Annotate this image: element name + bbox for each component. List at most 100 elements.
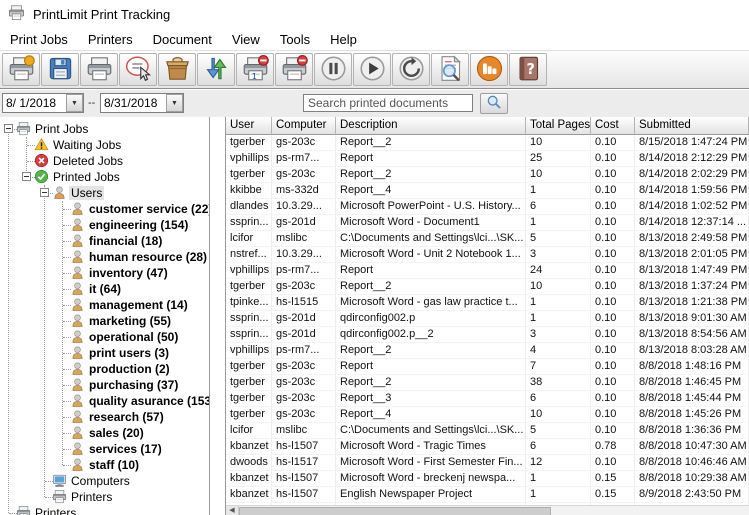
date-from-combo[interactable]: 8/ 1/2018 ▼	[2, 93, 84, 113]
date-to-value: 8/31/2018	[104, 96, 158, 110]
comment-icon	[125, 55, 152, 85]
table-row[interactable]: tgerber gs-203c Report__2 38 0.10 8/8/2018 1:…	[226, 375, 749, 391]
cell-computer: ps-rm7...	[272, 151, 336, 166]
cell-submitted: 8/14/2018 1:59:56 PM	[635, 183, 749, 198]
menu-item-help[interactable]: Help	[320, 30, 367, 49]
column-header-computer[interactable]: Computer	[272, 117, 336, 135]
toolbar-archive-button[interactable]	[158, 53, 196, 86]
cell-submitted: 8/13/2018 2:01:05 PM	[635, 247, 749, 262]
tree-item-customer-service-22[interactable]: customer service (22)	[0, 201, 209, 217]
toolbar-resume-button[interactable]	[353, 53, 391, 86]
tree-item-users[interactable]: Users	[0, 185, 209, 201]
menu-item-print-jobs[interactable]: Print Jobs	[0, 30, 78, 49]
toolbar-restart-button[interactable]	[392, 53, 430, 86]
table-row[interactable]: kbanzet hs-l1507 Microsoft Word - breckenj…	[226, 471, 749, 487]
tree-item-production-2[interactable]: production (2)	[0, 361, 209, 377]
table-row[interactable]: tgerber gs-203c Report__2 10 0.10 8/13/2018 1…	[226, 279, 749, 295]
tree-item-quality-asurance-153[interactable]: quality asurance (153)	[0, 393, 209, 409]
scrollbar-thumb[interactable]	[239, 507, 551, 515]
table-row[interactable]: tgerber gs-203c Report__2 10 0.10 8/14/2018 2…	[226, 167, 749, 183]
table-row[interactable]: tpinke... hs-l1515 Microsoft Word - gas la…	[226, 295, 749, 311]
toolbar-save-button[interactable]	[41, 53, 79, 86]
menu-item-document[interactable]: Document	[143, 30, 222, 49]
tree-item-research-57[interactable]: research (57)	[0, 409, 209, 425]
toolbar-delete-all-jobs-button[interactable]	[275, 53, 313, 86]
tree-item-printers-root[interactable]: Printers	[0, 505, 209, 515]
tree-item-operational-50[interactable]: operational (50)	[0, 329, 209, 345]
tree-item-marketing-55[interactable]: marketing (55)	[0, 313, 209, 329]
toolbar-reports-button[interactable]	[470, 53, 508, 86]
date-range-separator: --	[88, 97, 96, 109]
cell-submitted: 8/8/2018 10:47:30 AM	[635, 439, 749, 454]
column-header-description[interactable]: Description	[336, 117, 526, 135]
table-row[interactable]: kkibbe ms-332d Report__4 1 0.10 8/14/2018 1:5…	[226, 183, 749, 199]
table-row[interactable]: kbanzeths-l1507English Newspaper Project…	[226, 487, 749, 503]
column-header-cost[interactable]: Cost	[591, 117, 635, 135]
table-row[interactable]: kbanzet hs-l1507 Microsoft Word - Tragic T…	[226, 439, 749, 455]
column-header-total-pages[interactable]: Total Pages	[526, 117, 591, 135]
table-row[interactable]: tgerber gs-203c Report__2 10 0.10 8/15/2018 1…	[226, 135, 749, 151]
search-button[interactable]	[480, 93, 508, 114]
toolbar-print-button[interactable]	[80, 53, 118, 86]
table-row[interactable]: dlandes 10.3.29... Microsoft PowerPoint - …	[226, 199, 749, 215]
cell-description: C:\Documents and Settings\lci...\SK...	[336, 423, 526, 438]
tree-item-deleted-jobs[interactable]: Deleted Jobs	[0, 153, 209, 169]
table-row[interactable]: vphillips ps-rm7... Report__2 4 0.10 8/13/201…	[226, 343, 749, 359]
date-from-dropdown-button[interactable]: ▼	[66, 94, 83, 112]
tree-item-management-14[interactable]: management (14)	[0, 297, 209, 313]
tree-item-label: engineering (154)	[89, 218, 189, 232]
scroll-left-button[interactable]: ◀	[226, 506, 239, 515]
cell-total-pages: 1	[526, 311, 591, 326]
tree-item-print-users-3[interactable]: print users (3)	[0, 345, 209, 361]
table-row[interactable]: ssprin... gs-201d qdirconfig002.p__2 3 0.10 8…	[226, 327, 749, 343]
menu-item-tools[interactable]: Tools	[270, 30, 320, 49]
tree-item-engineering-154[interactable]: engineering (154)	[0, 217, 209, 233]
column-header-user[interactable]: User	[226, 117, 272, 135]
column-header-submitted[interactable]: Submitted	[635, 117, 749, 135]
tree-item-financial-18[interactable]: financial (18)	[0, 233, 209, 249]
tree-item-purchasing-37[interactable]: purchasing (37)	[0, 377, 209, 393]
toolbar-refresh-button[interactable]	[197, 53, 235, 86]
tree-item-print-jobs[interactable]: Print Jobs	[0, 121, 209, 137]
tree-item-services-17[interactable]: services (17)	[0, 441, 209, 457]
toolbar-pause-button[interactable]	[314, 53, 352, 86]
tree-item-waiting-jobs[interactable]: Waiting Jobs	[0, 137, 209, 153]
menu-item-printers[interactable]: Printers	[78, 30, 143, 49]
toolbar-preview-button[interactable]	[431, 53, 469, 86]
cell-user: kbanzet	[226, 439, 272, 454]
date-to-combo[interactable]: 8/31/2018 ▼	[100, 93, 184, 113]
table-row[interactable]: lcifor mslibc C:\Documents and Settings\lc…	[226, 231, 749, 247]
table-row[interactable]: vphillips ps-rm7... Report 25 0.10 8/14/2018 …	[226, 151, 749, 167]
tree-item-it-64[interactable]: it (64)	[0, 281, 209, 297]
tree-item-staff-10[interactable]: staff (10)	[0, 457, 209, 473]
toolbar-delete-job-button[interactable]: 1	[236, 53, 274, 86]
date-to-dropdown-button[interactable]: ▼	[166, 94, 183, 112]
tree-item-printed-jobs[interactable]: Printed Jobs	[0, 169, 209, 185]
tree-item-inventory-47[interactable]: inventory (47)	[0, 265, 209, 281]
horizontal-scrollbar[interactable]: ◀	[226, 505, 749, 515]
table-row[interactable]: ssprin... gs-201d Microsoft Word - Documen…	[226, 215, 749, 231]
table-row[interactable]: tgerber gs-203c Report 7 0.10 8/8/2018 1:48:1…	[226, 359, 749, 375]
cell-total-pages: 6	[526, 199, 591, 214]
tree-item-computers[interactable]: Computers	[0, 473, 209, 489]
collapse-expander-icon[interactable]	[4, 124, 13, 133]
toolbar-edit-comment-button[interactable]	[119, 53, 157, 86]
table-row[interactable]: vphillips ps-rm7... Report 24 0.10 8/13/2018 …	[226, 263, 749, 279]
tree-item-human-resource-28[interactable]: human resource (28)	[0, 249, 209, 265]
toolbar-new-print-job-button[interactable]	[2, 53, 40, 86]
table-row[interactable]: tgerber gs-203c Report__4 10 0.10 8/8/2018 1:…	[226, 407, 749, 423]
collapse-expander-icon[interactable]	[40, 188, 49, 197]
menu-item-view[interactable]: View	[222, 30, 270, 49]
tree-item-sales-20[interactable]: sales (20)	[0, 425, 209, 441]
search-input[interactable]	[303, 94, 473, 112]
table-row[interactable]: ssprin... gs-201d qdirconfig002.p 1 0.10 8/13…	[226, 311, 749, 327]
collapse-expander-icon[interactable]	[22, 172, 31, 181]
table-row[interactable]: lcifor mslibc C:\Documents and Settings\lc…	[226, 423, 749, 439]
cell-user: dwoods	[226, 455, 272, 470]
tree-item-label: purchasing (37)	[89, 378, 179, 392]
table-row[interactable]: tgerber gs-203c Report__3 6 0.10 8/8/2018 1:4…	[226, 391, 749, 407]
tree-item-printers[interactable]: Printers	[0, 489, 209, 505]
toolbar-help-button[interactable]: ?	[509, 53, 547, 86]
table-row[interactable]: nstref... 10.3.29... Microsoft Word - Unit…	[226, 247, 749, 263]
table-row[interactable]: dwoods hs-l1517 Microsoft Word - First Sem…	[226, 455, 749, 471]
